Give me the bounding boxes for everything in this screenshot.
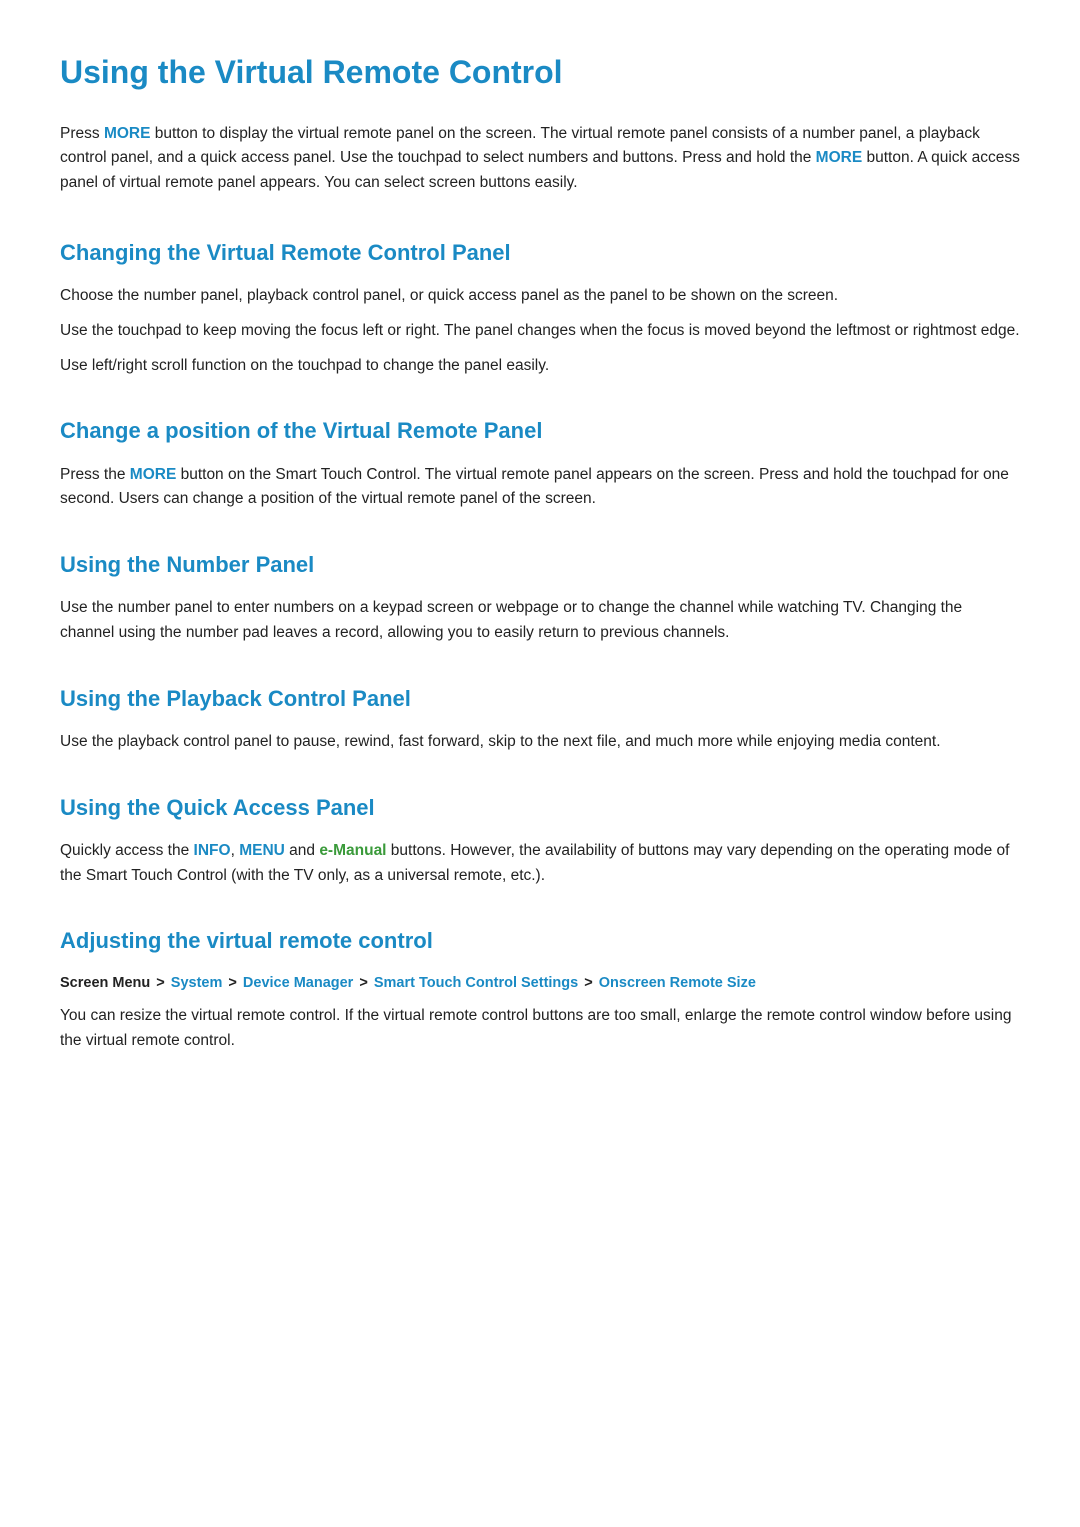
heading-adjusting: Adjusting the virtual remote control [60, 924, 1020, 958]
heading-quickaccess: Using the Quick Access Panel [60, 791, 1020, 825]
menu-highlight: MENU [239, 842, 285, 859]
emanual-highlight: e-Manual [319, 842, 386, 859]
heading-number: Using the Number Panel [60, 548, 1020, 582]
breadcrumb-sep-3: > [359, 975, 372, 991]
breadcrumb-sep-1: > [156, 975, 169, 991]
more-highlight-2: MORE [816, 149, 863, 166]
breadcrumb-smart-touch: Smart Touch Control Settings [374, 975, 578, 991]
breadcrumb-system: System [171, 975, 223, 991]
breadcrumb-sep-2: > [228, 975, 241, 991]
breadcrumb: Screen Menu > System > Device Manager > … [60, 973, 1020, 995]
para-changing-3: Use left/right scroll function on the to… [60, 354, 1020, 379]
section-adjusting: Adjusting the virtual remote control Scr… [60, 924, 1020, 1053]
para-changing-2: Use the touchpad to keep moving the focu… [60, 319, 1020, 344]
para-quickaccess-1: Quickly access the INFO, MENU and e-Manu… [60, 839, 1020, 889]
section-quickaccess: Using the Quick Access Panel Quickly acc… [60, 791, 1020, 889]
breadcrumb-sep-4: > [584, 975, 597, 991]
heading-changing: Changing the Virtual Remote Control Pane… [60, 236, 1020, 270]
section-changing: Changing the Virtual Remote Control Pane… [60, 236, 1020, 378]
para-adjusting-1: You can resize the virtual remote contro… [60, 1004, 1020, 1054]
section-number: Using the Number Panel Use the number pa… [60, 548, 1020, 646]
intro-paragraph: Press MORE button to display the virtual… [60, 122, 1020, 196]
section-playback: Using the Playback Control Panel Use the… [60, 682, 1020, 755]
para-position-1: Press the MORE button on the Smart Touch… [60, 463, 1020, 513]
page-title: Using the Virtual Remote Control [60, 48, 1020, 98]
section-position: Change a position of the Virtual Remote … [60, 414, 1020, 512]
para-changing-1: Choose the number panel, playback contro… [60, 284, 1020, 309]
more-highlight-3: MORE [130, 466, 177, 483]
breadcrumb-device-manager: Device Manager [243, 975, 353, 991]
info-highlight: INFO [194, 842, 231, 859]
para-number-1: Use the number panel to enter numbers on… [60, 596, 1020, 646]
breadcrumb-screen-menu: Screen Menu [60, 975, 150, 991]
para-playback-1: Use the playback control panel to pause,… [60, 730, 1020, 755]
heading-playback: Using the Playback Control Panel [60, 682, 1020, 716]
intro-section: Press MORE button to display the virtual… [60, 122, 1020, 196]
heading-position: Change a position of the Virtual Remote … [60, 414, 1020, 448]
breadcrumb-onscreen-remote: Onscreen Remote Size [599, 975, 756, 991]
more-highlight-1: MORE [104, 125, 151, 142]
